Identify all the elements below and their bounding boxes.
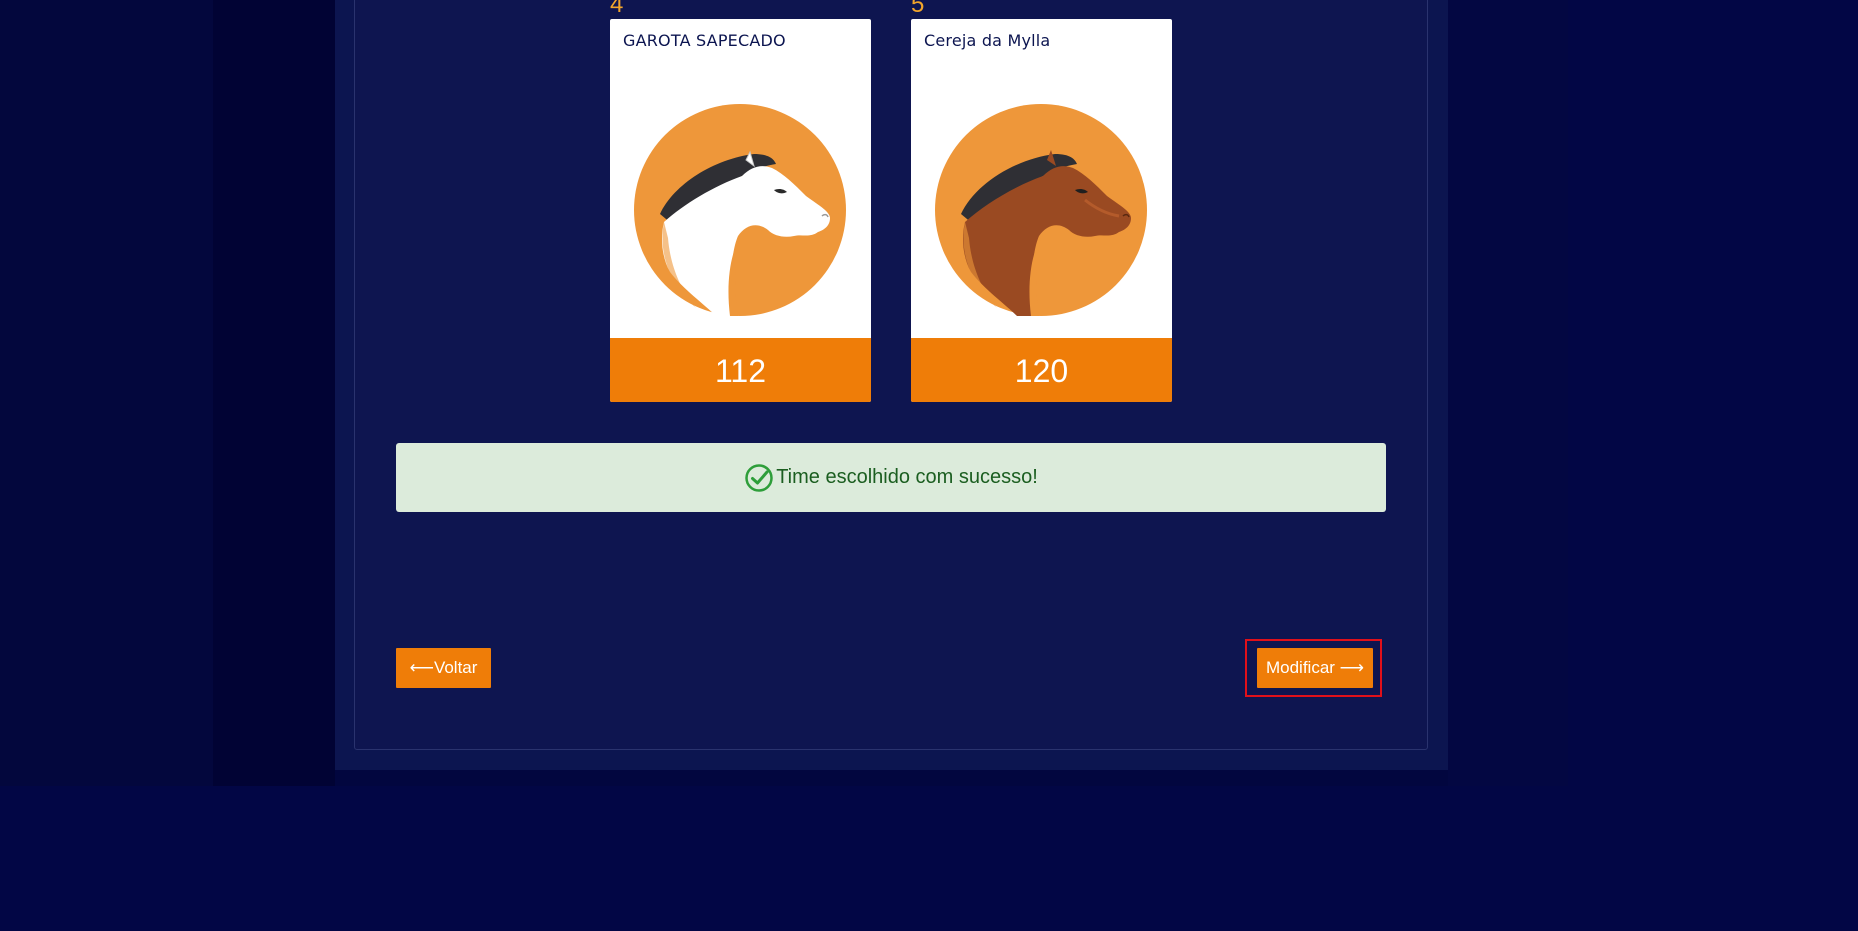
modify-button[interactable]: Modificar ⟶ <box>1257 648 1373 688</box>
horse-card[interactable]: GAROTA SAPECADO 112 <box>610 19 871 402</box>
horse-score: 120 <box>911 338 1172 402</box>
content-panel <box>354 0 1428 750</box>
back-button[interactable]: ⟵Voltar <box>396 648 491 688</box>
background-band <box>213 0 335 786</box>
card-number: 4 <box>610 0 624 18</box>
horse-head-icon <box>634 104 846 316</box>
horse-name: Cereja da Mylla <box>924 31 1051 50</box>
background-left <box>0 0 213 786</box>
check-circle-icon <box>745 463 773 492</box>
horse-name: GAROTA SAPECADO <box>623 31 786 50</box>
background-right-band <box>1448 0 1568 786</box>
alert-message: Time escolhido com sucesso! <box>776 466 1038 488</box>
horse-head-icon <box>935 104 1147 316</box>
success-alert: Time escolhido com sucesso! <box>396 443 1386 512</box>
card-number: 5 <box>911 0 925 18</box>
bottom-strip <box>335 770 1448 786</box>
horse-card[interactable]: Cereja da Mylla 120 <box>911 19 1172 402</box>
page: 4 GAROTA SAPECADO 112 5 Cereja da Mylla <box>0 0 1568 786</box>
horse-score: 112 <box>610 338 871 402</box>
